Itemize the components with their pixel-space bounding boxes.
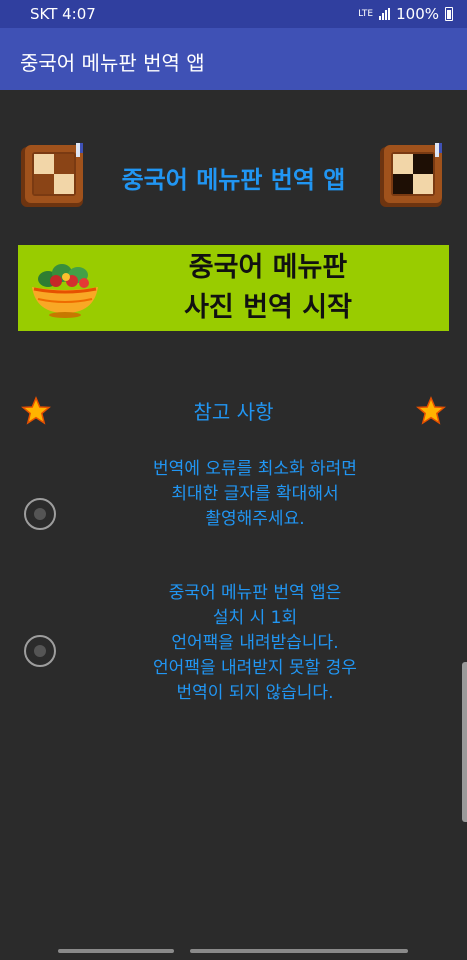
note-line: 중국어 메뉴판 번역 앱은 [168, 583, 342, 603]
nav-pill[interactable] [58, 949, 174, 953]
star-icon [21, 396, 51, 426]
battery-percent: 100% [396, 5, 439, 23]
app-bar: 중국어 메뉴판 번역 앱 [0, 28, 467, 90]
start-banner-line-1: 중국어 메뉴판 [188, 252, 348, 283]
carrier-time: SKT 4:07 [30, 5, 96, 23]
note-line: 언어팩을 내려받습니다. [171, 633, 339, 653]
header-title: 중국어 메뉴판 번역 앱 [121, 166, 346, 194]
start-banner-label: 중국어 메뉴판 사진 번역 시작 [148, 248, 388, 328]
start-photo-translation-button[interactable]: 중국어 메뉴판 사진 번역 시작 [18, 245, 449, 331]
note-item-1: 번역에 오류를 최소화 하려면 최대한 글자를 확대해서 촬영해주세요. [100, 457, 410, 532]
note-line: 번역이 되지 않습니다. [176, 683, 334, 703]
star-icon [416, 396, 446, 426]
app-bar-title: 중국어 메뉴판 번역 앱 [20, 51, 205, 75]
gesture-nav-bar [0, 940, 467, 960]
note-line: 최대한 글자를 확대해서 [171, 484, 339, 504]
note-line: 언어팩을 내려받지 못할 경우 [153, 658, 357, 678]
start-banner-line-2: 사진 번역 시작 [184, 292, 352, 323]
book-icon [377, 142, 447, 210]
battery-icon [445, 7, 453, 21]
note-item-2: 중국어 메뉴판 번역 앱은 설치 시 1회 언어팩을 내려받습니다. 언어팩을 … [100, 581, 410, 706]
nav-pill[interactable] [190, 949, 306, 953]
note-line: 설치 시 1회 [212, 608, 298, 628]
nav-pill[interactable] [292, 949, 408, 953]
salad-icon [26, 255, 104, 319]
note-bullet-radio [24, 498, 56, 530]
book-icon [18, 142, 88, 210]
note-bullet-radio [24, 635, 56, 667]
note-line: 번역에 오류를 최소화 하려면 [153, 459, 357, 479]
signal-icon [379, 8, 391, 20]
scrollbar[interactable] [462, 662, 467, 822]
status-icons: LTE 100% [358, 5, 453, 23]
notes-title: 참고 사항 [193, 400, 274, 424]
status-bar: SKT 4:07 LTE 100% [0, 0, 467, 28]
note-line: 촬영해주세요. [205, 509, 305, 529]
lte-icon: LTE [358, 8, 374, 19]
